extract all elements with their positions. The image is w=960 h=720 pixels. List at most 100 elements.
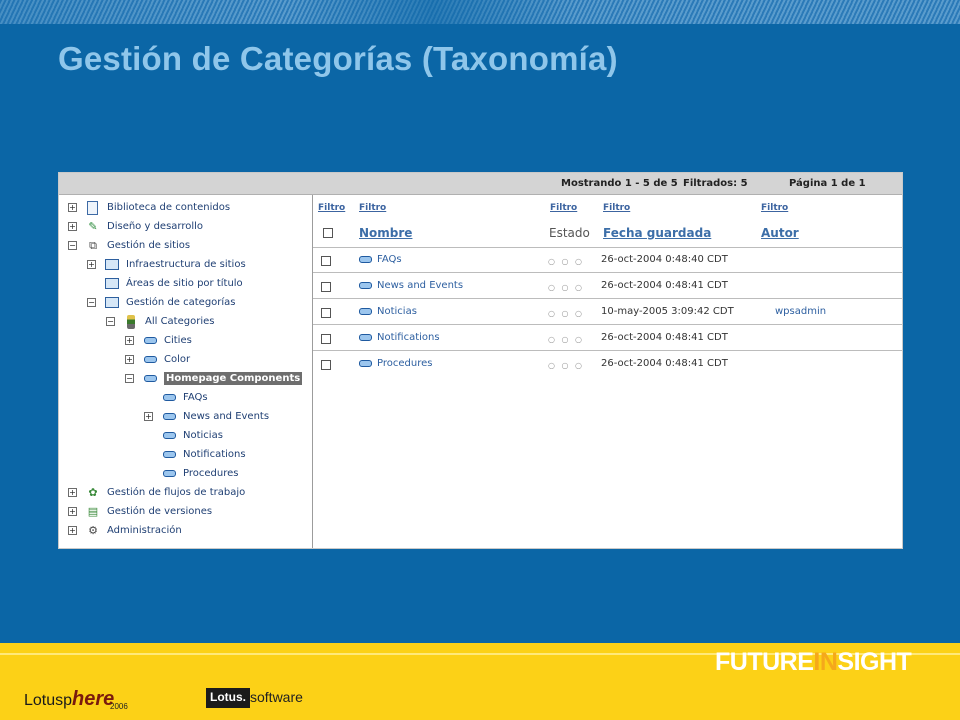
- category-icon: [161, 447, 177, 462]
- expand-icon[interactable]: +: [87, 260, 96, 269]
- logo-text-accent: here: [72, 688, 115, 710]
- tree-item-cities[interactable]: + Cities: [125, 331, 192, 350]
- tree-item-label: Gestión de flujos de trabajo: [107, 487, 246, 498]
- expand-icon[interactable]: +: [68, 526, 77, 535]
- tree-item-areas[interactable]: Áreas de sitio por título: [87, 274, 243, 293]
- tree-item-all-categories[interactable]: − All Categories: [106, 312, 214, 331]
- tree-item-biblioteca[interactable]: + Biblioteca de contenidos: [68, 198, 230, 217]
- collapse-icon[interactable]: −: [87, 298, 96, 307]
- row-checkbox[interactable]: [321, 360, 331, 370]
- category-icon: [359, 256, 372, 263]
- divider: [313, 350, 902, 351]
- items-table: Filtro Filtro Filtro Filtro Filtro Nombr…: [313, 195, 902, 548]
- tree-item-label: FAQs: [183, 392, 208, 403]
- window-icon: [104, 295, 120, 310]
- tree-item-news-events[interactable]: + News and Events: [144, 407, 269, 426]
- tree-item-infraestructura[interactable]: + Infraestructura de sitios: [87, 255, 246, 274]
- filter-link-author[interactable]: Filtro: [761, 203, 788, 213]
- design-pencil-icon: ✎: [88, 220, 98, 233]
- cms-screenshot: Mostrando 1 - 5 de 5 Filtrados: 5 Página…: [58, 172, 903, 549]
- expand-icon[interactable]: +: [68, 222, 77, 231]
- showing-count: Mostrando 1 - 5 de 5: [561, 178, 678, 189]
- filter-link-status[interactable]: Filtro: [550, 203, 577, 213]
- tree-item-label-selected: Homepage Components: [164, 372, 303, 385]
- versions-folder-icon: ▤: [87, 505, 99, 518]
- page-indicator: Página 1 de 1: [789, 178, 866, 189]
- divider: [313, 247, 902, 248]
- tree-item-notifications[interactable]: Notifications: [144, 445, 246, 464]
- tree-item-label: Biblioteca de contenidos: [107, 202, 231, 213]
- row-checkbox[interactable]: [321, 308, 331, 318]
- tree-item-label: Infraestructura de sitios: [126, 259, 246, 270]
- expand-icon[interactable]: +: [125, 355, 134, 364]
- table-row-name[interactable]: Procedures: [359, 358, 432, 369]
- filter-link-date[interactable]: Filtro: [603, 203, 630, 213]
- row-name-label[interactable]: FAQs: [377, 254, 402, 265]
- logo-text: SIGHT: [837, 648, 912, 676]
- category-icon: [359, 282, 372, 289]
- expand-icon[interactable]: +: [68, 507, 77, 516]
- table-row-name[interactable]: FAQs: [359, 254, 402, 265]
- filter-link-select[interactable]: Filtro: [318, 203, 345, 213]
- row-checkbox[interactable]: [321, 256, 331, 266]
- window-icon: [104, 276, 120, 291]
- row-checkbox[interactable]: [321, 334, 331, 344]
- logo-year: 2006: [110, 702, 128, 711]
- divider: [313, 324, 902, 325]
- table-row-name[interactable]: Noticias: [359, 306, 417, 317]
- row-name-label[interactable]: Notifications: [377, 332, 440, 343]
- collapse-icon[interactable]: −: [68, 241, 77, 250]
- tree-item-diseno[interactable]: + ✎ Diseño y desarrollo: [68, 217, 203, 236]
- divider: [313, 272, 902, 273]
- tree-item-homepage-components[interactable]: − Homepage Components: [125, 369, 303, 388]
- category-tree: + Biblioteca de contenidos + ✎ Diseño y …: [59, 195, 313, 548]
- tree-item-faqs[interactable]: FAQs: [144, 388, 208, 407]
- tree-item-gestion-sitios[interactable]: − ⧉ Gestión de sitios: [68, 236, 190, 255]
- lotusphere-logo: Lotusphere: [24, 688, 114, 711]
- tree-item-label: Administración: [107, 525, 182, 536]
- collapse-icon[interactable]: −: [106, 317, 115, 326]
- tree-item-noticias[interactable]: Noticias: [144, 426, 223, 445]
- top-decorative-band: [0, 0, 960, 24]
- site-hierarchy-icon: ⧉: [89, 238, 97, 252]
- row-checkbox[interactable]: [321, 282, 331, 292]
- workflow-icon: ✿: [88, 486, 98, 499]
- expand-icon[interactable]: +: [68, 203, 77, 212]
- category-icon: [161, 428, 177, 443]
- tree-item-versiones[interactable]: + ▤ Gestión de versiones: [68, 502, 212, 521]
- future-insight-logo: FUTUREINSIGHT: [715, 648, 912, 677]
- row-name-label[interactable]: Procedures: [377, 358, 432, 369]
- expand-icon[interactable]: +: [125, 336, 134, 345]
- tree-item-color[interactable]: + Color: [125, 350, 190, 369]
- tree-item-label: Cities: [164, 335, 192, 346]
- table-row-name[interactable]: News and Events: [359, 280, 463, 291]
- tree-item-procedures[interactable]: Procedures: [144, 464, 238, 483]
- table-row-name[interactable]: Notifications: [359, 332, 440, 343]
- row-name-label[interactable]: News and Events: [377, 280, 463, 291]
- expand-icon[interactable]: +: [68, 488, 77, 497]
- filter-link-name[interactable]: Filtro: [359, 203, 386, 213]
- expand-icon[interactable]: +: [144, 412, 153, 421]
- tree-item-gestion-categorias[interactable]: − Gestión de categorías: [87, 293, 236, 312]
- column-header-author[interactable]: Autor: [761, 226, 799, 240]
- tree-item-label: Noticias: [183, 430, 223, 441]
- category-icon: [359, 360, 372, 367]
- column-header-date[interactable]: Fecha guardada: [603, 226, 711, 240]
- row-name-label[interactable]: Noticias: [377, 306, 417, 317]
- select-all-checkbox[interactable]: [323, 228, 333, 238]
- tree-item-label: Color: [164, 354, 191, 365]
- status-indicator: ○ ○ ○: [548, 361, 585, 370]
- tree-item-administracion[interactable]: + ⚙ Administración: [68, 521, 182, 540]
- tree-item-flujos[interactable]: + ✿ Gestión de flujos de trabajo: [68, 483, 245, 502]
- tree-item-label: News and Events: [183, 411, 270, 422]
- admin-icon: ⚙: [88, 524, 98, 537]
- taxonomy-stack-icon: [123, 314, 139, 329]
- column-header-status: Estado: [549, 226, 590, 240]
- row-author[interactable]: wpsadmin: [775, 306, 826, 317]
- collapse-icon[interactable]: −: [125, 374, 134, 383]
- status-indicator: ○ ○ ○: [548, 335, 585, 344]
- column-header-name[interactable]: Nombre: [359, 226, 412, 240]
- tree-item-label: Áreas de sitio por título: [126, 278, 243, 289]
- category-icon: [161, 409, 177, 424]
